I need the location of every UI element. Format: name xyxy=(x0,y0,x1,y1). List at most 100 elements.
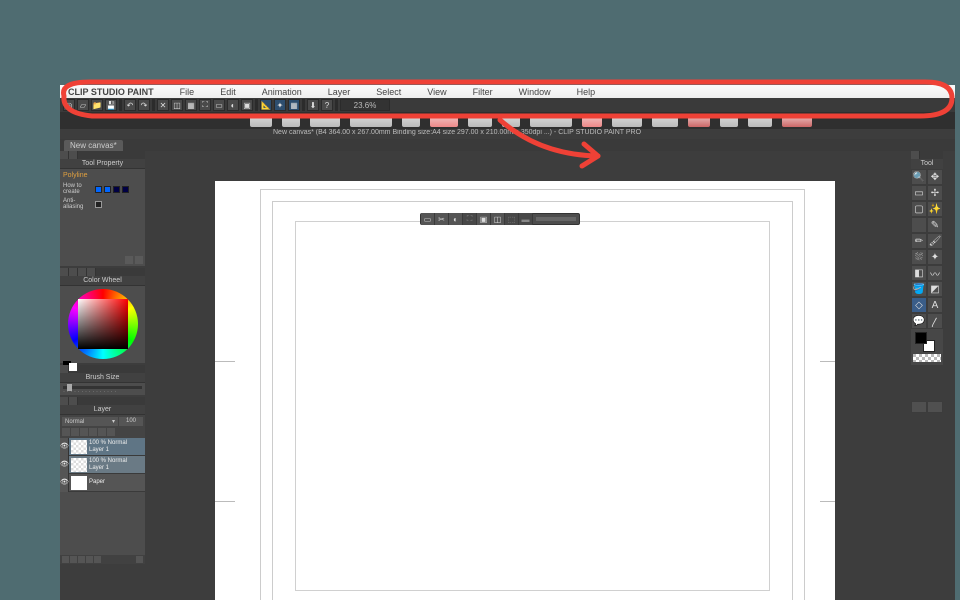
cmd-undo[interactable]: ↶ xyxy=(124,99,136,111)
tool-airbrush[interactable]: ⛆ xyxy=(911,249,927,265)
menu-window[interactable]: Window xyxy=(519,87,551,97)
cmd-fill[interactable]: ▦ xyxy=(185,99,197,111)
main-color[interactable] xyxy=(915,332,927,344)
menu-select[interactable]: Select xyxy=(376,87,401,97)
menu-file[interactable]: File xyxy=(180,87,195,97)
options-icon[interactable] xyxy=(136,556,143,563)
dock-thumb[interactable] xyxy=(282,114,300,127)
cmd-assets[interactable]: ⬇ xyxy=(307,99,319,111)
tool-decoration[interactable]: ✦ xyxy=(927,249,943,265)
fill-icon[interactable]: ▬ xyxy=(519,213,533,225)
dock-thumb[interactable] xyxy=(250,114,272,127)
visibility-icon[interactable]: 👁 xyxy=(60,456,69,474)
menu-help[interactable]: Help xyxy=(577,87,596,97)
create-mode-4[interactable] xyxy=(122,186,129,193)
cmd-delete[interactable]: ✕ xyxy=(157,99,169,111)
invert-icon[interactable]: ◐ xyxy=(449,213,463,225)
create-mode-2[interactable] xyxy=(104,186,111,193)
cmd-crop[interactable]: ◫ xyxy=(171,99,183,111)
panel-tabs[interactable] xyxy=(911,151,943,159)
tool-eyedropper[interactable] xyxy=(911,217,927,233)
transfer-icon[interactable] xyxy=(78,556,85,563)
cmd-new[interactable]: ▱ xyxy=(77,99,89,111)
dock-thumb[interactable] xyxy=(402,114,420,127)
cmd-invert[interactable]: ◐ xyxy=(227,99,239,111)
cmd-snap-ruler[interactable]: 📐 xyxy=(260,99,272,111)
subtool-item[interactable] xyxy=(927,401,943,413)
brush-size-slider[interactable] xyxy=(63,386,142,389)
new-layer-icon[interactable] xyxy=(62,556,69,563)
dock-thumb[interactable] xyxy=(748,114,772,127)
tool-balloon[interactable]: 💬 xyxy=(911,313,927,329)
subtool-item[interactable] xyxy=(911,401,927,413)
tool-correct-line[interactable]: 〳 xyxy=(927,313,943,329)
expand-icon[interactable]: ⛶ xyxy=(463,213,477,225)
opacity-field[interactable]: 100 xyxy=(119,417,143,426)
dock-thumb[interactable] xyxy=(310,114,340,127)
tool-figure[interactable]: ◇ xyxy=(911,297,927,313)
dock-thumb[interactable] xyxy=(612,114,642,127)
clear-outside-icon[interactable]: ⬚ xyxy=(505,213,519,225)
create-mode-1[interactable] xyxy=(95,186,102,193)
wrench-icon[interactable] xyxy=(125,256,133,264)
tool-layer-move[interactable]: ✢ xyxy=(927,185,943,201)
zoom-field[interactable]: 23.6% xyxy=(340,99,390,111)
cmd-deselect[interactable]: ▭ xyxy=(213,99,225,111)
menu-view[interactable]: View xyxy=(427,87,446,97)
tool-eraser[interactable]: ◧ xyxy=(911,265,927,281)
dock-thumb[interactable] xyxy=(530,114,572,127)
cmd-open[interactable]: 📁 xyxy=(91,99,103,111)
tool-brush[interactable]: 🖌 xyxy=(927,233,943,249)
tool-marquee[interactable]: ▢ xyxy=(911,201,927,217)
document-tab[interactable]: New canvas* xyxy=(64,140,123,151)
panel-tabs[interactable] xyxy=(60,151,145,159)
menu-layer[interactable]: Layer xyxy=(328,87,351,97)
tool-pen[interactable]: ✎ xyxy=(927,217,943,233)
layer-row[interactable]: 👁 Paper xyxy=(60,474,145,492)
menu-animation[interactable]: Animation xyxy=(262,87,302,97)
canvas[interactable] xyxy=(215,181,835,600)
tool-fill[interactable]: 🪣 xyxy=(911,281,927,297)
cmd-scale[interactable]: ⛶ xyxy=(199,99,211,111)
tool-blend[interactable]: 〰 xyxy=(927,265,943,281)
layer-clip-icon[interactable] xyxy=(98,428,106,436)
cmd-save[interactable]: 💾 xyxy=(105,99,117,111)
dock-thumb[interactable] xyxy=(688,114,710,127)
panel-tabs[interactable] xyxy=(60,397,145,405)
layer-row[interactable]: 👁 100 % NormalLayer 1 xyxy=(60,438,145,456)
layer-ref-icon[interactable] xyxy=(80,428,88,436)
tool-text[interactable]: A xyxy=(927,297,943,313)
cmd-redo[interactable]: ↷ xyxy=(138,99,150,111)
layer-row[interactable]: 👁 100 % NormalLayer 1 xyxy=(60,456,145,474)
layer-mask-icon[interactable] xyxy=(71,428,79,436)
visibility-icon[interactable]: 👁 xyxy=(60,438,69,456)
tool-gradient[interactable]: ◩ xyxy=(927,281,943,297)
dock-thumb[interactable] xyxy=(502,114,520,127)
cmd-clip-studio[interactable]: ◎ xyxy=(63,99,75,111)
cmd-snap-grid[interactable]: ▦ xyxy=(288,99,300,111)
new-folder-icon[interactable] xyxy=(70,556,77,563)
layer-draft-icon[interactable] xyxy=(89,428,97,436)
cmd-snap-special[interactable]: ✦ xyxy=(274,99,286,111)
layer-color-icon[interactable] xyxy=(107,428,115,436)
dock-thumb[interactable] xyxy=(652,114,678,127)
tool-zoom[interactable]: 🔍 xyxy=(911,169,927,185)
visibility-icon[interactable]: 👁 xyxy=(60,474,69,492)
trash-icon[interactable] xyxy=(94,556,101,563)
panel-tabs[interactable] xyxy=(60,268,145,276)
anti-alias-checkbox[interactable] xyxy=(95,201,102,208)
dock-thumb[interactable] xyxy=(350,114,392,127)
dock-thumb[interactable] xyxy=(582,114,602,127)
clear-icon[interactable]: ◫ xyxy=(491,213,505,225)
cmd-help[interactable]: ? xyxy=(321,99,333,111)
dock-thumb[interactable] xyxy=(720,114,738,127)
tone-slider[interactable] xyxy=(536,217,576,221)
dock-thumb[interactable] xyxy=(430,114,458,127)
tool-move[interactable]: ✥ xyxy=(927,169,943,185)
tool-pencil[interactable]: ✏ xyxy=(911,233,927,249)
menu-icon[interactable] xyxy=(135,256,143,264)
sub-color-swatch[interactable] xyxy=(69,363,77,371)
tool-auto-select[interactable]: ✨ xyxy=(927,201,943,217)
dock-thumb[interactable] xyxy=(468,114,492,127)
merge-icon[interactable] xyxy=(86,556,93,563)
